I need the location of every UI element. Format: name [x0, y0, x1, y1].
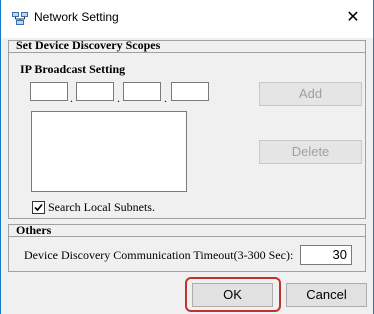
ip-broadcast-title: IP Broadcast Setting [20, 62, 126, 76]
delete-button[interactable]: Delete [259, 140, 362, 164]
checkmark-icon [34, 203, 43, 212]
network-app-icon [12, 12, 28, 26]
broadcast-address-list[interactable] [31, 111, 187, 192]
close-icon[interactable]: ✕ [345, 9, 361, 25]
add-button[interactable]: Add [259, 82, 362, 106]
ip-separator: . [70, 91, 73, 105]
others-title: Others [16, 223, 52, 237]
ip-octet-2-input[interactable] [76, 82, 114, 101]
others-title-separator [9, 236, 365, 237]
ip-separator: . [164, 91, 167, 105]
ip-octet-3-input[interactable] [123, 82, 161, 101]
timeout-label: Device Discovery Communication Timeout(3… [24, 248, 294, 262]
discovery-scopes-title: Set Device Discovery Scopes [16, 38, 161, 52]
network-setting-dialog: Network Setting ✕ Set Device Discovery S… [0, 0, 374, 314]
ip-octet-4-input[interactable] [171, 82, 209, 101]
cancel-button[interactable]: Cancel [286, 283, 367, 307]
search-local-subnets-checkbox[interactable] [32, 201, 45, 214]
ip-separator: . [117, 91, 120, 105]
window-title: Network Setting [34, 10, 119, 24]
search-local-subnets-label: Search Local Subnets. [48, 200, 155, 214]
ip-octet-1-input[interactable] [30, 82, 68, 101]
title-bar: Network Setting ✕ [1, 0, 373, 38]
ok-button[interactable]: OK [192, 283, 273, 307]
timeout-input[interactable]: 30 [300, 245, 352, 265]
